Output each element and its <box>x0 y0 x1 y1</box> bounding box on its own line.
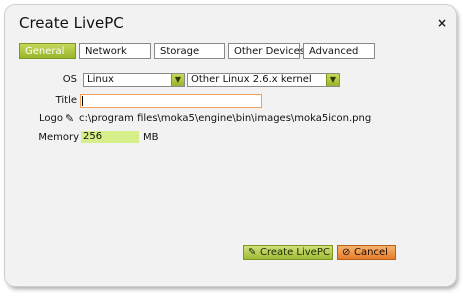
pencil-icon[interactable]: ✎ <box>65 112 74 125</box>
logo-path: c:\program files\moka5\engine\bin\images… <box>79 113 372 124</box>
tab-advanced[interactable]: Advanced <box>303 43 375 59</box>
tab-bar: General Network Storage Other Devices Ad… <box>19 43 375 59</box>
logo-label: Logo <box>39 113 63 124</box>
os-label: OS <box>62 74 77 85</box>
memory-input[interactable]: 256 <box>81 131 139 143</box>
create-livepc-button[interactable]: ✎ Create LivePC <box>243 245 333 260</box>
create-livepc-button-label: Create LivePC <box>260 247 330 258</box>
cancel-icon: ⊘ <box>342 247 351 258</box>
title-input[interactable] <box>80 94 262 108</box>
dialog-title: Create LivePC <box>19 14 124 32</box>
tab-other-devices[interactable]: Other Devices <box>228 43 305 59</box>
os-select-value: Linux <box>87 74 114 85</box>
cancel-button[interactable]: ⊘ Cancel <box>337 245 396 260</box>
create-livepc-dialog: Create LivePC × General Network Storage … <box>5 5 456 286</box>
tab-storage[interactable]: Storage <box>154 43 225 59</box>
chevron-down-icon: ▼ <box>171 74 184 86</box>
tab-network[interactable]: Network <box>79 43 151 59</box>
chevron-down-icon: ▼ <box>326 74 339 86</box>
title-label: Title <box>55 95 77 106</box>
cancel-button-label: Cancel <box>354 247 388 258</box>
tab-general[interactable]: General <box>19 43 76 59</box>
os-select[interactable]: Linux ▼ <box>83 73 185 87</box>
memory-unit: MB <box>143 132 159 143</box>
os-version-select[interactable]: Other Linux 2.6.x kernel ▼ <box>187 73 340 87</box>
os-version-select-value: Other Linux 2.6.x kernel <box>191 74 312 85</box>
text-caret <box>82 96 83 106</box>
close-icon[interactable]: × <box>437 16 447 30</box>
pencil-icon: ✎ <box>248 247 257 258</box>
memory-label: Memory <box>38 132 79 143</box>
